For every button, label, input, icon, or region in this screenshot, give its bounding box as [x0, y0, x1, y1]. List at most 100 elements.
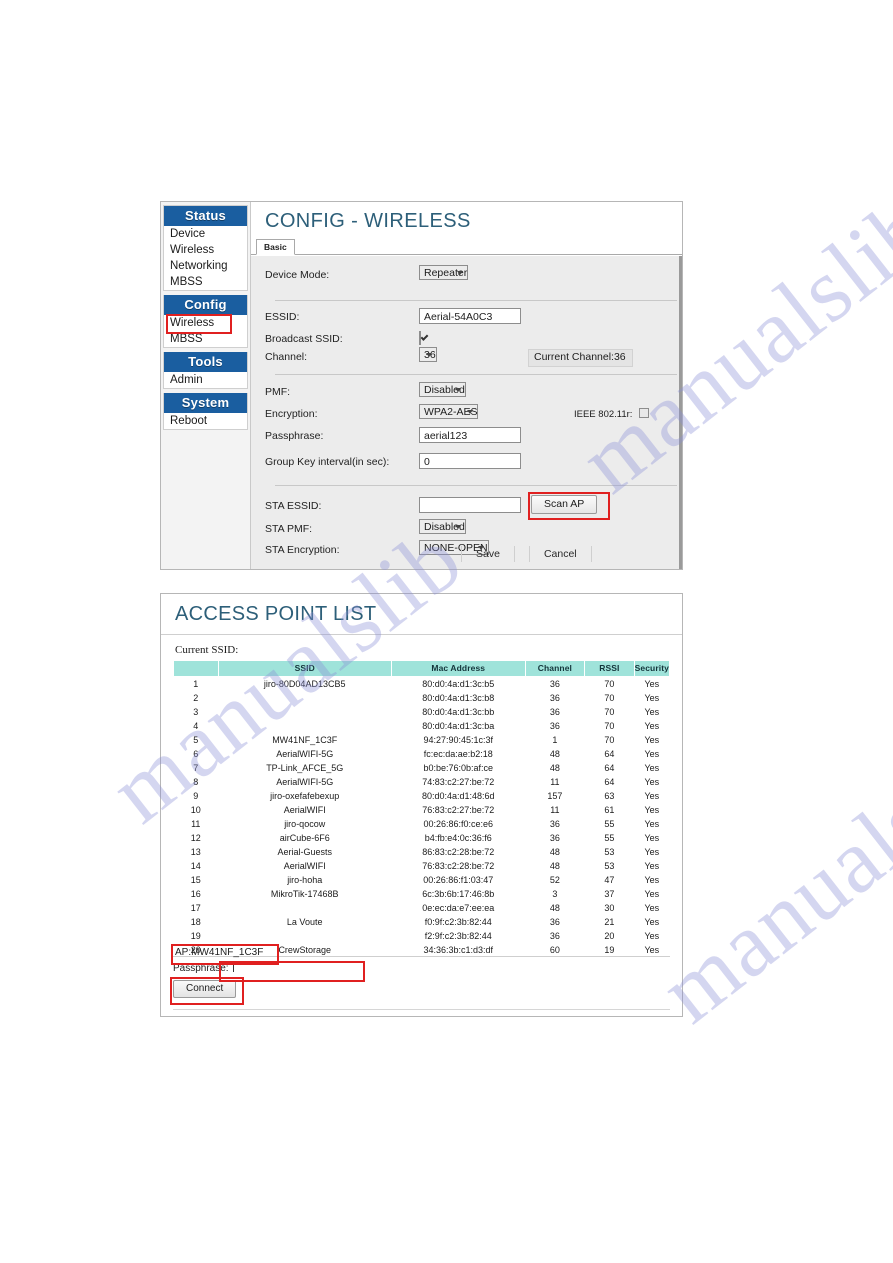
- column-header-ssid: SSID: [217, 660, 392, 677]
- cell-security: Yes: [644, 679, 660, 689]
- table-row[interactable]: 13 Aerial-Guests 86:83:c2:28:be:72 48 53 Yes: [174, 845, 670, 859]
- cell-ssid: jiro-qocow: [284, 819, 326, 829]
- cell-rssi: 30: [604, 903, 615, 913]
- cell-security: Yes: [644, 763, 660, 773]
- channel-label: Channel:: [265, 351, 308, 363]
- cell-channel: 48: [549, 847, 560, 857]
- cell-channel: 48: [549, 749, 560, 759]
- wireless-form: Device Mode: Repeater ESSID: Aerial-54A0…: [251, 256, 682, 569]
- table-row[interactable]: 3 80:d0:4a:d1:3c:bb 36 70 Yes: [174, 705, 670, 719]
- cell-security: Yes: [644, 791, 660, 801]
- cancel-button[interactable]: Cancel: [528, 546, 592, 562]
- cell-ssid: jiro-hoha: [287, 875, 323, 885]
- table-row[interactable]: 10 AerialWIFI 76:83:c2:27:be:72 11 61 Yes: [174, 803, 670, 817]
- cell-channel: 1: [552, 735, 558, 745]
- cell-security: Yes: [644, 721, 660, 731]
- scan-ap-button[interactable]: Scan AP: [531, 495, 598, 514]
- table-row[interactable]: 7 TP-Link_AFCE_5G b0:be:76:0b:af:ce 48 64 Yes: [174, 761, 670, 775]
- table-row[interactable]: 1 jiro-80D04AD13CB5 80:d0:4a:d1:3c:b5 36 70 Y…: [174, 677, 670, 692]
- table-row[interactable]: 17 0e:ec:da:e7:ee:ea 48 30 Yes: [174, 901, 670, 915]
- current-ssid-label: Current SSID:: [175, 644, 239, 656]
- table-row[interactable]: 9 jiro-oxefafebexup 80:d0:4a:d1:48:6d 157 63…: [174, 789, 670, 803]
- group-key-interval-label: Group Key interval(in sec):: [265, 456, 390, 468]
- sidebar-item-admin[interactable]: Admin: [164, 372, 247, 388]
- table-row[interactable]: 14 AerialWIFI 76:83:c2:28:be:72 48 53 Yes: [174, 859, 670, 873]
- encryption-select[interactable]: WPA2-AES: [419, 404, 479, 419]
- sidebar-item-reboot[interactable]: Reboot: [164, 413, 247, 429]
- cell-rssi: 64: [604, 749, 615, 759]
- column-header-security: Security: [633, 660, 671, 677]
- cell-idx: 6: [193, 749, 199, 759]
- column-header-channel: Channel: [524, 660, 586, 677]
- cell-ssid: La Voute: [286, 917, 323, 927]
- essid-input[interactable]: Aerial-54A0C3: [419, 308, 521, 324]
- cell-security: Yes: [644, 861, 660, 871]
- table-row[interactable]: 8 AerialWIFI-5G 74:83:c2:27:be:72 11 64 Yes: [174, 775, 670, 789]
- sidebar-group-config: Config Wireless MBSS: [163, 295, 248, 348]
- ieee-80211r-group: IEEE 802.11r:: [574, 408, 650, 420]
- current-channel-readout: Current Channel:36: [528, 349, 633, 367]
- ap-connect-section: AP:MW41NF_1C3F Passphrase: Connect: [170, 944, 670, 1005]
- ap-list-body: Current SSID: SSID Mac Address Channel RSSI…: [161, 635, 682, 957]
- cell-mac: 74:83:c2:27:be:72: [422, 777, 495, 787]
- cell-security: Yes: [644, 889, 660, 899]
- cell-mac: b0:be:76:0b:af:ce: [423, 763, 494, 773]
- pmf-select[interactable]: Disabled: [419, 382, 466, 397]
- table-row[interactable]: 6 AerialWIFI-5G fc:ec:da:ae:b2:18 48 64 Yes: [174, 747, 670, 761]
- cell-rssi: 53: [604, 861, 615, 871]
- broadcast-ssid-label: Broadcast SSID:: [265, 333, 343, 345]
- sidebar-item-mbss[interactable]: MBSS: [164, 274, 247, 290]
- sidebar-item-networking[interactable]: Networking: [164, 258, 247, 274]
- device-mode-select[interactable]: Repeater: [419, 265, 469, 280]
- cell-channel: 52: [549, 875, 560, 885]
- column-header-mac-address: Mac Address: [390, 660, 526, 677]
- cell-rssi: 64: [604, 763, 615, 773]
- cell-channel: 3: [552, 889, 558, 899]
- cell-channel: 11: [550, 777, 560, 787]
- scan-ap-wrapper: Scan AP: [528, 492, 610, 520]
- sidebar-item-device[interactable]: Device: [164, 226, 247, 242]
- table-row[interactable]: 2 80:d0:4a:d1:3c:b8 36 70 Yes: [174, 691, 670, 705]
- channel-select[interactable]: 36: [419, 347, 437, 362]
- cell-mac: 80:d0:4a:d1:3c:b5: [422, 679, 495, 689]
- cell-channel: 157: [547, 791, 563, 801]
- cell-ssid: MikroTik-17468B: [270, 889, 339, 899]
- cell-idx: 19: [190, 931, 201, 941]
- table-row[interactable]: 19 f2:9f:c2:3b:82:44 36 20 Yes: [174, 929, 670, 943]
- cell-idx: 16: [190, 889, 201, 899]
- group-key-interval-input[interactable]: 0: [419, 453, 521, 469]
- divider: [173, 1009, 670, 1010]
- cell-ssid: [218, 929, 391, 943]
- table-row[interactable]: 11 jiro-qocow 00:26:86:f0:ce:e6 36 55 Yes: [174, 817, 670, 831]
- tab-basic[interactable]: Basic: [256, 239, 295, 255]
- cell-channel: 36: [549, 707, 560, 717]
- sta-pmf-select[interactable]: Disabled: [419, 519, 466, 534]
- access-point-table: SSID Mac Address Channel RSSI Security 1 jiro…: [173, 660, 671, 957]
- sidebar-item-wireless[interactable]: Wireless: [164, 314, 247, 334]
- table-row[interactable]: 15 jiro-hoha 00:26:86:f1:03:47 52 47 Yes: [174, 873, 670, 887]
- connect-button[interactable]: Connect: [173, 980, 237, 998]
- table-row[interactable]: 16 MikroTik-17468B 6c:3b:6b:17:46:8b 3 37 Yes: [174, 887, 670, 901]
- encryption-label: Encryption:: [265, 408, 318, 420]
- table-row[interactable]: 4 80:d0:4a:d1:3c:ba 36 70 Yes: [174, 719, 670, 733]
- cell-rssi: 64: [604, 777, 615, 787]
- cell-idx: 1: [193, 679, 199, 689]
- cell-rssi: 20: [604, 931, 615, 941]
- passphrase-line: Passphrase:: [173, 961, 670, 982]
- table-row[interactable]: 18 La Voute f0:9f:c2:3b:82:44 36 21 Yes: [174, 915, 670, 929]
- broadcast-ssid-checkbox[interactable]: [419, 331, 421, 345]
- sidebar-item-label: Device: [170, 228, 206, 240]
- ieee-80211r-checkbox[interactable]: [639, 408, 650, 418]
- save-button[interactable]: Save: [461, 546, 515, 562]
- cell-mac: 76:83:c2:28:be:72: [422, 861, 495, 871]
- table-row[interactable]: 5 MW41NF_1C3F 94:27:90:45:1c:3f 1 70 Yes: [174, 733, 670, 747]
- passphrase-input[interactable]: aerial123: [419, 427, 521, 443]
- cell-ssid: [218, 691, 391, 705]
- sidebar-item-mbss[interactable]: MBSS: [164, 331, 247, 347]
- cell-rssi: 61: [604, 805, 615, 815]
- cell-security: Yes: [644, 875, 660, 885]
- device-mode-label: Device Mode:: [265, 269, 330, 281]
- table-row[interactable]: 12 airCube-6F6 b4:fb:e4:0c:36:f6 36 55 Yes: [174, 831, 670, 845]
- sidebar-item-wireless[interactable]: Wireless: [164, 242, 247, 258]
- sta-essid-input[interactable]: [419, 497, 521, 513]
